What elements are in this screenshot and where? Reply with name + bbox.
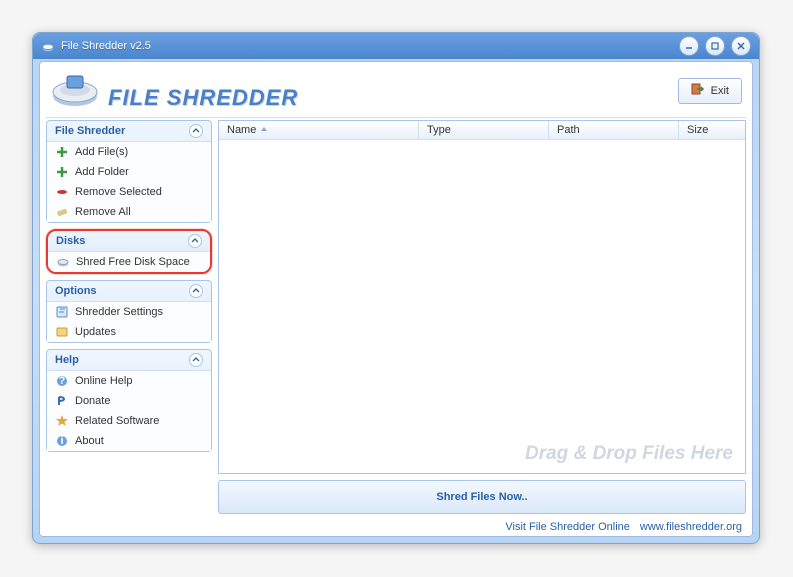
panel-title: Help — [55, 354, 79, 366]
item-label: Updates — [75, 326, 116, 338]
panel-file-shredder: File Shredder Add File(s) Add Folder — [46, 120, 212, 223]
settings-item[interactable]: Shredder Settings — [47, 302, 211, 322]
panel-header-file-shredder[interactable]: File Shredder — [47, 121, 211, 141]
chevron-up-icon — [189, 353, 203, 367]
app-logo: FILE SHREDDER — [50, 70, 298, 111]
add-folder-item[interactable]: Add Folder — [47, 162, 211, 182]
chevron-up-icon — [189, 284, 203, 298]
updates-item[interactable]: Updates — [47, 322, 211, 342]
exit-button[interactable]: Exit — [678, 78, 742, 104]
item-label: About — [75, 435, 104, 447]
item-label: Donate — [75, 395, 110, 407]
item-label: Shredder Settings — [75, 306, 163, 318]
column-size[interactable]: Size — [679, 121, 745, 139]
window-chrome: File Shredder v2.5 FILE SHREDDER — [32, 32, 760, 544]
chevron-up-icon — [189, 124, 203, 138]
panel-body: ? Online Help Donate Related Software — [47, 370, 211, 451]
panel-body: Shred Free Disk Space — [48, 251, 210, 272]
panel-disks: Disks Shred Free Disk Space — [46, 229, 212, 274]
item-label: Add File(s) — [75, 146, 128, 158]
sidebar: File Shredder Add File(s) Add Folder — [46, 120, 212, 514]
column-label: Size — [687, 124, 708, 136]
item-label: Add Folder — [75, 166, 129, 178]
disk-logo-icon — [50, 70, 100, 111]
remove-all-item[interactable]: Remove All — [47, 202, 211, 222]
remove-selected-item[interactable]: Remove Selected — [47, 182, 211, 202]
panel-title: File Shredder — [55, 125, 125, 137]
shred-free-space-item[interactable]: Shred Free Disk Space — [48, 252, 210, 272]
maximize-button[interactable] — [705, 36, 725, 56]
updates-icon — [55, 325, 69, 339]
header: FILE SHREDDER Exit — [40, 62, 752, 115]
donate-item[interactable]: Donate — [47, 391, 211, 411]
panel-body: Add File(s) Add Folder Remove Selected — [47, 141, 211, 222]
sort-asc-icon — [260, 124, 268, 136]
footer: Visit File Shredder Online www.fileshred… — [40, 518, 752, 536]
exit-icon — [691, 82, 705, 99]
drag-drop-hint: Drag & Drop Files Here — [525, 443, 733, 465]
panel-title: Options — [55, 285, 97, 297]
disk-icon — [56, 255, 70, 269]
related-software-item[interactable]: Related Software — [47, 411, 211, 431]
window-title: File Shredder v2.5 — [61, 40, 673, 52]
close-button[interactable] — [731, 36, 751, 56]
app-title: FILE SHREDDER — [108, 85, 298, 111]
svg-text:i: i — [60, 435, 63, 447]
column-path[interactable]: Path — [549, 121, 679, 139]
item-label: Related Software — [75, 415, 159, 427]
eraser-icon — [55, 205, 69, 219]
minus-icon — [55, 185, 69, 199]
column-type[interactable]: Type — [419, 121, 549, 139]
star-icon — [55, 414, 69, 428]
about-item[interactable]: i About — [47, 431, 211, 451]
chevron-up-icon — [188, 234, 202, 248]
column-label: Path — [557, 124, 580, 136]
item-label: Online Help — [75, 375, 132, 387]
app-icon — [41, 39, 55, 53]
list-empty-area[interactable]: Drag & Drop Files Here — [219, 140, 745, 473]
file-listview[interactable]: Name Type Path Size Drag & Drop Files He… — [218, 120, 746, 474]
panel-body: Shredder Settings Updates — [47, 301, 211, 342]
add-files-item[interactable]: Add File(s) — [47, 142, 211, 162]
item-label: Remove All — [75, 206, 131, 218]
column-headers: Name Type Path Size — [219, 121, 745, 140]
plus-icon — [55, 145, 69, 159]
settings-icon — [55, 305, 69, 319]
titlebar[interactable]: File Shredder v2.5 — [33, 33, 759, 59]
panel-options: Options Shredder Settings Updates — [46, 280, 212, 343]
window-body: FILE SHREDDER Exit File Shredder — [39, 61, 753, 537]
item-label: Remove Selected — [75, 186, 162, 198]
info-icon: i — [55, 434, 69, 448]
panel-title: Disks — [56, 235, 85, 247]
panel-header-disks[interactable]: Disks — [48, 231, 210, 251]
shred-now-label: Shred Files Now.. — [436, 491, 527, 503]
site-url-link[interactable]: www.fileshredder.org — [640, 521, 742, 533]
panel-help: Help ? Online Help Donate — [46, 349, 212, 452]
column-label: Type — [427, 124, 451, 136]
minimize-button[interactable] — [679, 36, 699, 56]
plus-icon — [55, 165, 69, 179]
donate-icon — [55, 394, 69, 408]
panel-header-options[interactable]: Options — [47, 281, 211, 301]
visit-link[interactable]: Visit File Shredder Online — [505, 521, 630, 533]
svg-text:?: ? — [59, 375, 66, 387]
help-icon: ? — [55, 374, 69, 388]
item-label: Shred Free Disk Space — [76, 256, 190, 268]
panel-header-help[interactable]: Help — [47, 350, 211, 370]
content: File Shredder Add File(s) Add Folder — [40, 120, 752, 518]
shred-now-button[interactable]: Shred Files Now.. — [218, 480, 746, 514]
online-help-item[interactable]: ? Online Help — [47, 371, 211, 391]
exit-label: Exit — [711, 85, 729, 97]
column-label: Name — [227, 124, 256, 136]
column-name[interactable]: Name — [219, 121, 419, 139]
divider — [46, 117, 746, 118]
main-area: Name Type Path Size Drag & Drop Files He… — [218, 120, 746, 514]
